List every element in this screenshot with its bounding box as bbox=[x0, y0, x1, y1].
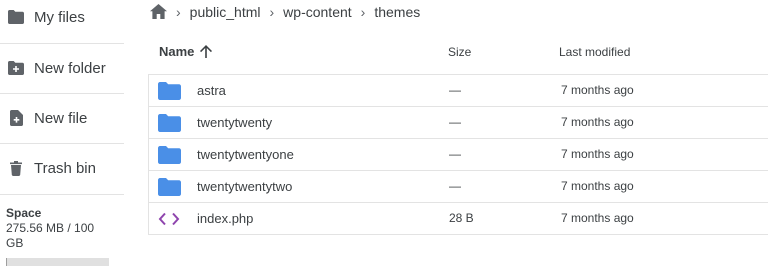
storage-space: Space 275.56 MB / 100 GB bbox=[6, 206, 120, 266]
arrow-up-icon bbox=[200, 45, 213, 58]
file-row-astra[interactable]: astra — 7 months ago bbox=[149, 75, 768, 107]
file-row-index-php[interactable]: index.php 28 B 7 months ago bbox=[149, 203, 768, 234]
column-header-name[interactable]: Name bbox=[159, 44, 213, 59]
folder-icon bbox=[158, 146, 181, 164]
home-icon[interactable] bbox=[150, 4, 167, 20]
file-row-twentytwentyone[interactable]: twentytwentyone — 7 months ago bbox=[149, 139, 768, 171]
sidebar: My files New folder New file Trash bin S… bbox=[0, 0, 124, 275]
file-row-twentytwentytwo[interactable]: twentytwentytwo — 7 months ago bbox=[149, 171, 768, 203]
file-size: — bbox=[449, 115, 461, 129]
sidebar-item-label: New folder bbox=[34, 59, 106, 77]
file-size: — bbox=[449, 179, 461, 193]
sidebar-item-new-file[interactable]: New file bbox=[0, 94, 124, 142]
file-name: twentytwentyone bbox=[197, 147, 294, 162]
breadcrumb-item-public-html[interactable]: public_html bbox=[190, 4, 261, 20]
folder-icon bbox=[158, 178, 181, 196]
sidebar-divider bbox=[0, 194, 124, 195]
sidebar-item-label: My files bbox=[34, 8, 85, 26]
file-modified: 7 months ago bbox=[561, 179, 634, 193]
sidebar-item-new-folder[interactable]: New folder bbox=[0, 44, 124, 92]
breadcrumb-separator: › bbox=[176, 4, 181, 20]
sidebar-item-label: Trash bin bbox=[34, 159, 96, 177]
breadcrumb-separator: › bbox=[269, 4, 275, 20]
file-name: twentytwentytwo bbox=[197, 179, 293, 194]
file-row-twentytwenty[interactable]: twentytwenty — 7 months ago bbox=[149, 107, 768, 139]
file-size: — bbox=[449, 147, 461, 161]
file-rows: astra — 7 months ago twentytwenty — 7 mo… bbox=[148, 74, 768, 235]
breadcrumb-item-themes[interactable]: themes bbox=[374, 4, 420, 20]
breadcrumb-item-wp-content[interactable]: wp-content bbox=[283, 4, 351, 20]
new-folder-icon bbox=[8, 60, 24, 76]
sidebar-item-label: New file bbox=[34, 109, 88, 127]
file-modified: 7 months ago bbox=[561, 83, 634, 97]
breadcrumb: › public_html › wp-content › themes bbox=[150, 0, 420, 24]
code-icon bbox=[158, 210, 181, 228]
folder-icon bbox=[8, 9, 24, 25]
file-name: astra bbox=[197, 83, 226, 98]
file-modified: 7 months ago bbox=[561, 147, 634, 161]
storage-title: Space bbox=[6, 206, 42, 220]
storage-progress-bar bbox=[6, 258, 109, 266]
sidebar-item-trash-bin[interactable]: Trash bin bbox=[0, 144, 124, 192]
column-header-modified[interactable]: Last modified bbox=[559, 45, 630, 59]
file-list-header: Name Size Last modified bbox=[148, 32, 768, 74]
storage-value: 275.56 MB / 100 GB bbox=[6, 221, 95, 250]
file-size: — bbox=[449, 83, 461, 97]
column-header-name-label: Name bbox=[159, 44, 195, 59]
sidebar-item-my-files[interactable]: My files bbox=[0, 0, 124, 41]
trash-icon bbox=[8, 160, 24, 176]
file-size: 28 B bbox=[449, 211, 474, 225]
folder-icon bbox=[158, 114, 181, 132]
file-name: index.php bbox=[197, 211, 254, 226]
breadcrumb-separator: › bbox=[360, 4, 366, 20]
file-name: twentytwenty bbox=[197, 115, 273, 130]
file-modified: 7 months ago bbox=[561, 115, 634, 129]
new-file-icon bbox=[8, 110, 24, 126]
folder-icon bbox=[158, 82, 181, 100]
column-header-size[interactable]: Size bbox=[448, 45, 471, 59]
file-modified: 7 months ago bbox=[561, 211, 634, 225]
